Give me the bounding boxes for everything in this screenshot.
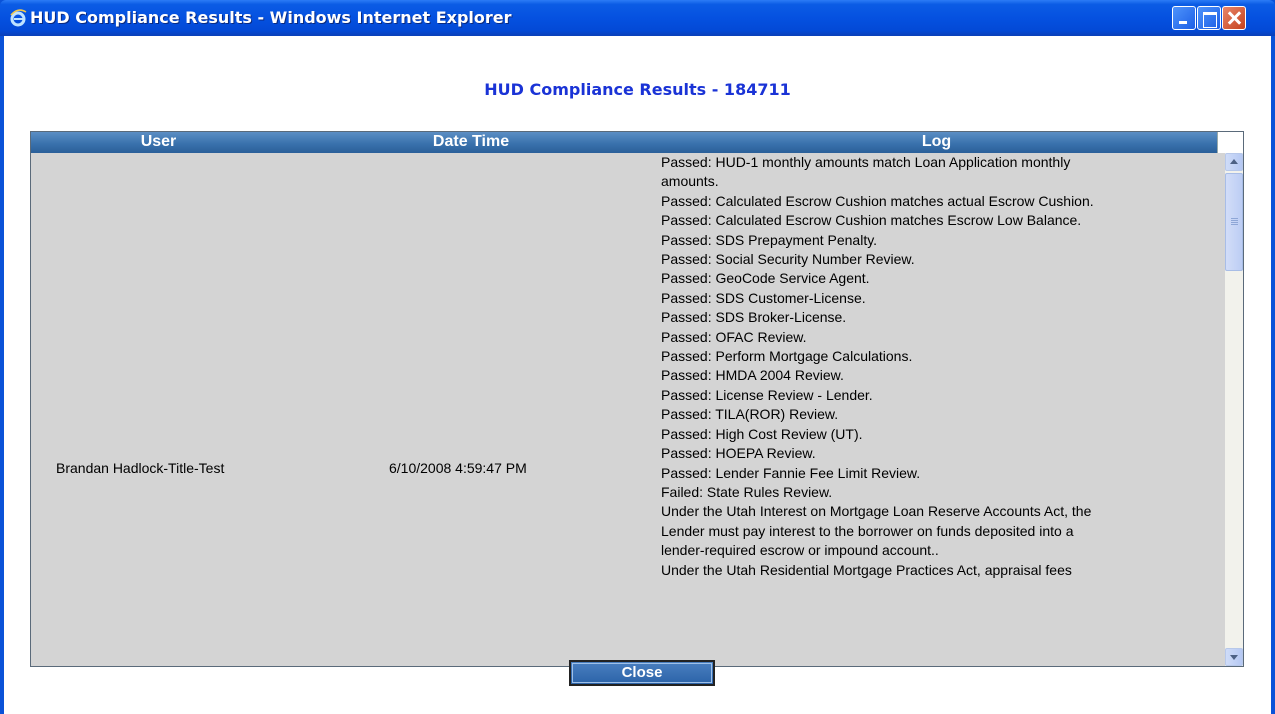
- log-line: Passed: OFAC Review.: [661, 328, 807, 345]
- log-line: Passed: GeoCode Service Agent.: [661, 270, 870, 287]
- cell-date-time: 6/10/2008 4:59:47 PM: [389, 460, 527, 476]
- column-header-date-time[interactable]: Date Time: [286, 133, 656, 151]
- ie-icon: [10, 9, 27, 27]
- close-button[interactable]: Close: [569, 660, 715, 686]
- close-button-label: Close: [621, 664, 663, 681]
- title-bar[interactable]: HUD Compliance Results - Windows Interne…: [0, 0, 1275, 36]
- cell-user: Brandan Hadlock-Title-Test: [56, 460, 225, 476]
- log-line: Failed: State Rules Review.: [661, 483, 833, 500]
- log-line: Passed: License Review - Lender.: [661, 386, 873, 403]
- column-header-user[interactable]: User: [31, 133, 286, 151]
- log-line: Passed: Social Security Number Review.: [661, 251, 915, 268]
- log-line: Passed: SDS Prepayment Penalty.: [661, 231, 878, 248]
- minimize-button[interactable]: [1172, 6, 1196, 30]
- grip-icon: [1231, 218, 1238, 225]
- log-line: Passed: High Cost Review (UT).: [661, 425, 863, 442]
- header-spacer: [1217, 132, 1243, 153]
- log-line: Passed: HMDA 2004 Review.: [661, 367, 844, 384]
- log-line: Under the Utah Residential Mortgage Prac…: [661, 561, 1072, 578]
- page-content: HUD Compliance Results - 184711 User Dat…: [4, 36, 1271, 714]
- log-line: amounts.: [661, 173, 719, 190]
- scroll-thumb[interactable]: [1225, 173, 1243, 271]
- log-line: Under the Utah Interest on Mortgage Loan…: [661, 503, 1092, 520]
- page-title: HUD Compliance Results - 184711: [484, 80, 791, 99]
- browser-window: HUD Compliance Results - Windows Interne…: [0, 0, 1275, 714]
- log-line: Lender must pay interest to the borrower…: [661, 522, 1074, 539]
- log-line: Passed: TILA(ROR) Review.: [661, 406, 839, 423]
- log-line: Passed: HOEPA Review.: [661, 445, 816, 462]
- log-line: Passed: HUD-1 monthly amounts match Loan…: [661, 154, 1071, 170]
- log-line: Passed: SDS Customer-License.: [661, 289, 866, 306]
- scroll-down-button[interactable]: [1225, 648, 1243, 666]
- log-line: Passed: Calculated Escrow Cushion matche…: [661, 192, 1094, 209]
- log-line: Passed: Lender Fannie Fee Limit Review.: [661, 464, 921, 481]
- results-grid: User Date Time Log Brandan Hadlock-Title…: [30, 131, 1244, 667]
- grid-header: User Date Time Log: [31, 132, 1217, 153]
- maximize-button[interactable]: [1197, 6, 1221, 30]
- vertical-scrollbar[interactable]: [1225, 153, 1243, 666]
- close-window-button[interactable]: [1222, 6, 1246, 30]
- window-title: HUD Compliance Results - Windows Interne…: [30, 8, 512, 27]
- log-line: Passed: SDS Broker-License.: [661, 309, 847, 326]
- log-line: lender-required escrow or impound accoun…: [661, 542, 939, 559]
- chevron-down-icon: [1230, 655, 1238, 660]
- log-line: Passed: Perform Mortgage Calculations.: [661, 348, 913, 365]
- scroll-up-button[interactable]: [1225, 153, 1243, 171]
- column-header-log[interactable]: Log: [656, 133, 1217, 151]
- cell-log: Passed: HUD-1 monthly amounts match Loan…: [661, 153, 1206, 580]
- log-line: Passed: Calculated Escrow Cushion matche…: [661, 212, 1082, 229]
- table-row: Brandan Hadlock-Title-Test 6/10/2008 4:5…: [31, 153, 1217, 666]
- chevron-up-icon: [1230, 159, 1238, 164]
